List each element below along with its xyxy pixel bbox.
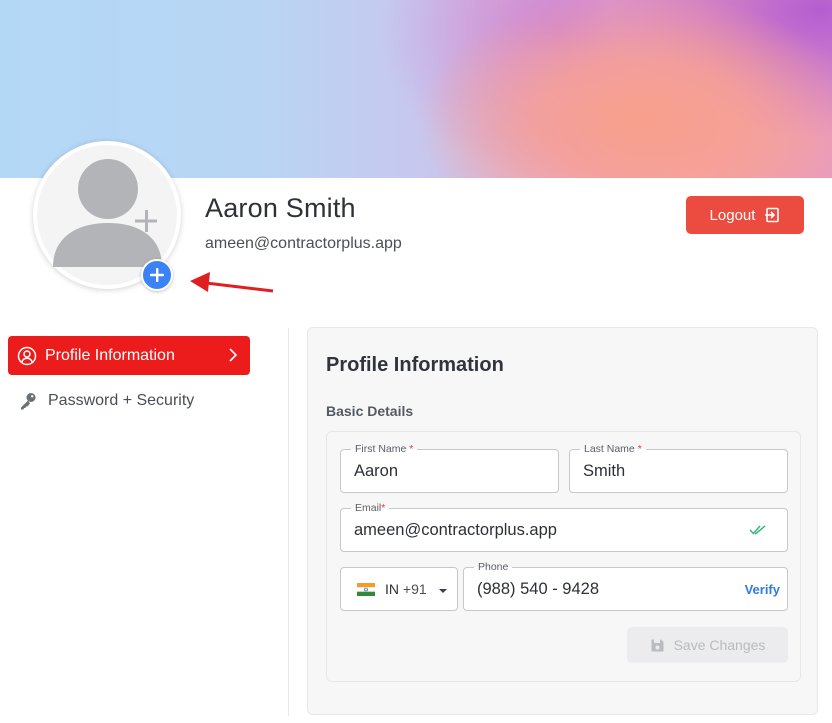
last-name-field[interactable]: Last Name * Smith xyxy=(569,442,788,493)
logout-button[interactable]: Logout xyxy=(686,196,804,234)
save-changes-label: Save Changes xyxy=(673,637,766,653)
sidebar-item-label: Profile Information xyxy=(45,346,175,364)
sidebar-item-password-security[interactable]: Password + Security xyxy=(18,388,194,414)
logout-icon xyxy=(765,207,780,223)
last-name-label: Last Name * xyxy=(580,442,646,456)
add-avatar-button[interactable] xyxy=(141,259,173,291)
user-email: ameen@contractorplus.app xyxy=(205,235,402,252)
profile-page: Aaron Smith ameen@contractorplus.app Log… xyxy=(0,0,832,723)
first-name-field[interactable]: First Name * Aaron xyxy=(340,442,559,493)
first-name-value: Aaron xyxy=(354,462,399,480)
verified-double-check-icon xyxy=(749,525,766,535)
chevron-right-icon xyxy=(229,348,238,362)
basic-details-panel: First Name * Aaron Last Name * Smith Ema… xyxy=(326,431,801,682)
logout-label: Logout xyxy=(709,206,756,224)
verify-phone-link[interactable]: Verify xyxy=(745,582,780,597)
save-changes-button[interactable]: Save Changes xyxy=(627,627,788,663)
plus-icon xyxy=(150,268,164,282)
phone-field[interactable]: Phone (988) 540 - 9428 Verify xyxy=(463,560,788,611)
first-name-label: First Name * xyxy=(351,442,418,456)
sidebar-divider xyxy=(288,328,289,716)
country-code: IN +91 xyxy=(385,581,427,597)
user-circle-icon xyxy=(17,346,37,365)
sidebar-item-label: Password + Security xyxy=(48,392,195,409)
india-flag-icon xyxy=(357,583,375,596)
annotation-arrow-icon xyxy=(190,272,274,293)
phone-value: (988) 540 - 9428 xyxy=(477,580,600,598)
user-name: Aaron Smith xyxy=(205,193,356,223)
sidebar-item-profile-information[interactable]: Profile Information xyxy=(8,336,250,375)
page-title: Profile Information xyxy=(326,354,504,376)
country-code-select[interactable]: IN +91 xyxy=(340,567,458,611)
profile-information-card: Profile Information Basic Details First … xyxy=(307,327,818,715)
last-name-value: Smith xyxy=(583,462,626,480)
email-field[interactable]: Email* ameen@contractorplus.app xyxy=(340,501,788,552)
email-label: Email* xyxy=(351,501,390,515)
email-value: ameen@contractorplus.app xyxy=(354,521,557,539)
key-icon xyxy=(21,393,36,410)
phone-label: Phone xyxy=(474,560,513,574)
caret-down-icon xyxy=(439,589,447,593)
section-title: Basic Details xyxy=(326,403,414,419)
save-disk-icon xyxy=(651,639,664,651)
